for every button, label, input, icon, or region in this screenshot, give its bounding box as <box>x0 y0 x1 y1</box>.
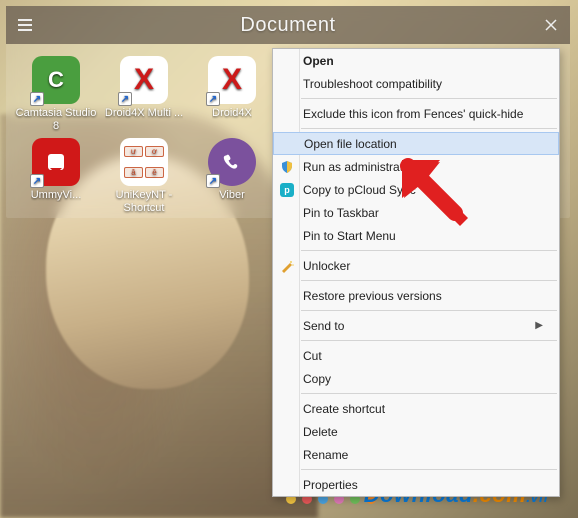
context-menu: Open Troubleshoot compatibility Exclude … <box>272 48 560 497</box>
icon-label: Droid4X Multi ... <box>105 107 183 120</box>
icon-viber[interactable]: ↗ Viber <box>188 136 276 218</box>
viber-icon: ↗ <box>208 138 256 186</box>
menu-separator <box>301 393 557 394</box>
icon-droid4x[interactable]: X↗ Droid4X <box>188 54 276 136</box>
menu-send-to[interactable]: Send to▶ <box>273 314 559 337</box>
menu-create-shortcut[interactable]: Create shortcut <box>273 397 559 420</box>
icon-label: UniKeyNT - Shortcut <box>102 189 186 214</box>
menu-pin-taskbar[interactable]: Pin to Taskbar <box>273 201 559 224</box>
close-icon[interactable] <box>532 6 570 44</box>
icon-ummy[interactable]: ↗ UmmyVi... <box>12 136 100 218</box>
menu-exclude-fences[interactable]: Exclude this icon from Fences' quick-hid… <box>273 102 559 125</box>
submenu-arrow-icon: ▶ <box>535 320 543 331</box>
icon-camtasia[interactable]: C↗ Camtasia Studio 8 <box>12 54 100 136</box>
droid4x-icon: X↗ <box>120 56 168 104</box>
menu-copy[interactable]: Copy <box>273 367 559 390</box>
menu-rename[interactable]: Rename <box>273 443 559 466</box>
shield-icon <box>279 159 295 175</box>
icon-label: Droid4X <box>212 107 252 120</box>
menu-separator <box>301 340 557 341</box>
titlebar: Document <box>6 6 570 44</box>
menu-separator <box>301 98 557 99</box>
droid4x-icon: X↗ <box>208 56 256 104</box>
svg-text:p: p <box>284 185 290 195</box>
menu-unlocker[interactable]: Unlocker <box>273 254 559 277</box>
pcloud-icon: p <box>279 182 295 198</box>
unikey-icon: ươâê <box>120 138 168 186</box>
wand-icon <box>279 258 295 274</box>
icon-label: UmmyVi... <box>31 189 82 202</box>
menu-troubleshoot[interactable]: Troubleshoot compatibility <box>273 72 559 95</box>
menu-properties[interactable]: Properties <box>273 473 559 496</box>
menu-icon[interactable] <box>6 6 44 44</box>
menu-separator <box>301 250 557 251</box>
menu-separator <box>301 128 557 129</box>
menu-delete[interactable]: Delete <box>273 420 559 443</box>
menu-open-file-location[interactable]: Open file location <box>273 132 559 155</box>
menu-separator <box>301 310 557 311</box>
menu-separator <box>301 280 557 281</box>
ummy-icon: ↗ <box>32 138 80 186</box>
menu-separator <box>301 469 557 470</box>
icon-label: Viber <box>219 189 244 202</box>
menu-run-as-admin[interactable]: Run as administrator <box>273 155 559 178</box>
window-title: Document <box>240 14 335 37</box>
menu-restore-versions[interactable]: Restore previous versions <box>273 284 559 307</box>
menu-pin-start[interactable]: Pin to Start Menu <box>273 224 559 247</box>
camtasia-icon: C↗ <box>32 56 80 104</box>
menu-pcloud-sync[interactable]: p Copy to pCloud Sync <box>273 178 559 201</box>
icon-unikey[interactable]: ươâê UniKeyNT - Shortcut <box>100 136 188 218</box>
menu-open[interactable]: Open <box>273 49 559 72</box>
icon-droid4x-multi[interactable]: X↗ Droid4X Multi ... <box>100 54 188 136</box>
menu-cut[interactable]: Cut <box>273 344 559 367</box>
icon-label: Camtasia Studio 8 <box>14 107 98 132</box>
